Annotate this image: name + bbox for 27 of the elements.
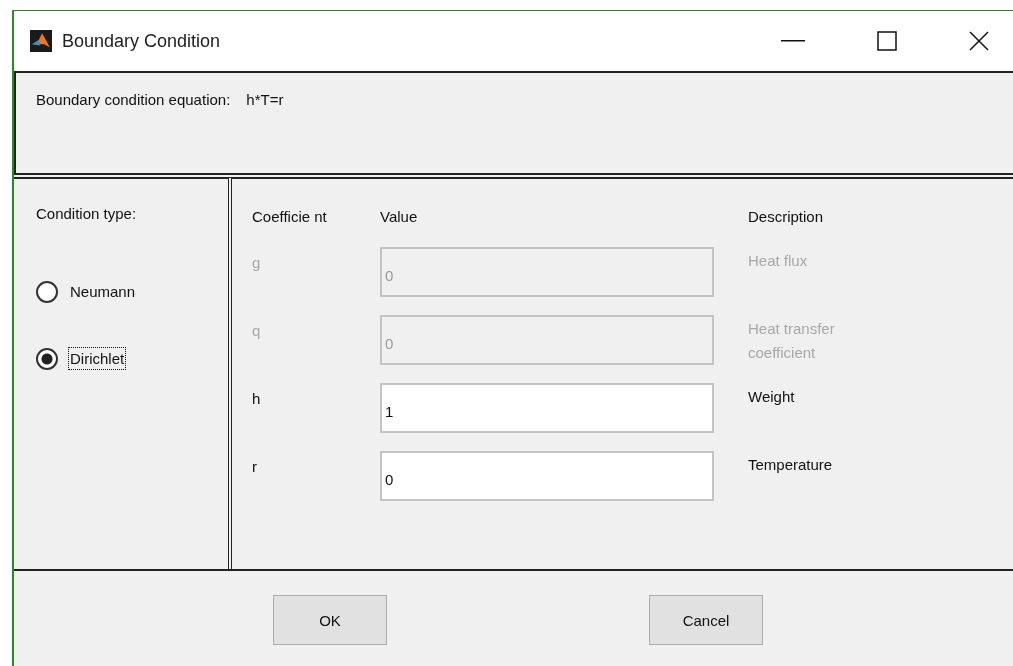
- app-logo-icon: [30, 30, 52, 52]
- equation-text: h*T=r: [246, 91, 284, 108]
- description-label: Temperature: [748, 455, 834, 475]
- coefficient-label: g: [252, 253, 262, 273]
- radio-label[interactable]: Dirichlet: [68, 347, 127, 370]
- description-label: Heat transfer coefficient: [748, 319, 836, 363]
- equation-label: Boundary condition equation:: [36, 91, 231, 108]
- coefficient-label: r: [252, 457, 258, 477]
- maximize-icon[interactable]: [877, 31, 897, 51]
- condition-type-label: Condition type:: [36, 205, 138, 222]
- coefficient-label: q: [252, 321, 262, 341]
- description-label: Heat flux: [748, 251, 809, 271]
- radio-button[interactable]: [36, 347, 58, 370]
- column-header: Description: [748, 207, 825, 227]
- window-title: Boundary Condition: [62, 30, 221, 52]
- column-header: Value: [380, 207, 419, 227]
- coefficient-label: h: [252, 389, 262, 409]
- value-field[interactable]: 1: [380, 383, 714, 433]
- minimize-icon[interactable]: [781, 39, 805, 43]
- radio-label[interactable]: Neumann: [68, 280, 138, 303]
- column-header: Coefficie nt: [252, 207, 328, 227]
- close-icon[interactable]: [969, 31, 989, 51]
- description-label: Weight: [748, 387, 796, 407]
- value-field[interactable]: 0: [380, 451, 714, 501]
- dialog-button[interactable]: Cancel: [649, 595, 763, 645]
- radio-button[interactable]: [36, 280, 58, 303]
- dialog-button[interactable]: OK: [273, 595, 387, 645]
